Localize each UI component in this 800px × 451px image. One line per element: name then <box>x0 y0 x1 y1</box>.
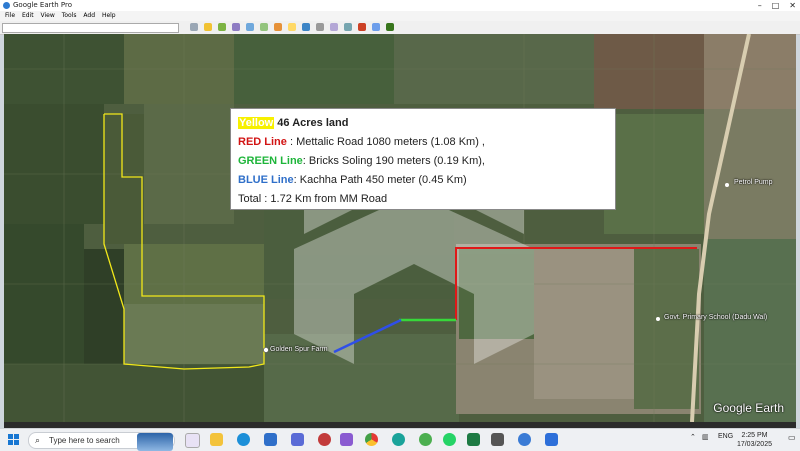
yellow-highlight: Yellow <box>238 117 275 129</box>
image-overlay-icon[interactable] <box>246 23 254 31</box>
start-button[interactable] <box>8 434 19 445</box>
edge-dev-icon[interactable] <box>392 433 405 446</box>
cortana-icon[interactable] <box>185 433 200 448</box>
info-line-blue: BLUE Line: Kachha Path 450 meter (0.45 K… <box>238 171 615 190</box>
school-label[interactable]: Govt. Primary School (Dadu Wal) <box>664 314 767 321</box>
menu-help[interactable]: Help <box>102 12 116 19</box>
menu-tools[interactable]: Tools <box>62 12 77 19</box>
earth-view-icon[interactable] <box>386 23 394 31</box>
window-titlebar: Google Earth Pro – □ ✕ <box>0 0 800 11</box>
save-image-icon[interactable] <box>358 23 366 31</box>
weather-thumbnail[interactable] <box>137 433 173 451</box>
store-icon[interactable] <box>291 433 304 446</box>
info-line-total: Total : 1.72 Km from MM Road <box>238 193 388 205</box>
golden-spur-farm-label[interactable]: Golden Spur Farm <box>270 346 328 353</box>
maximize-button[interactable]: □ <box>772 0 780 11</box>
tray-chevron-icon[interactable]: ⌃ <box>690 433 696 441</box>
google-earth-app-icon <box>3 2 10 9</box>
historical-imagery-icon[interactable] <box>274 23 282 31</box>
menu-add[interactable]: Add <box>83 12 95 19</box>
close-button[interactable]: ✕ <box>789 0 796 11</box>
hide-sidebar-icon[interactable] <box>190 23 198 31</box>
google-earth-taskbar-icon[interactable] <box>518 433 531 446</box>
menu-edit[interactable]: Edit <box>22 12 34 19</box>
photos-icon[interactable] <box>419 433 432 446</box>
land-area-text: 46 Acres land <box>274 117 349 129</box>
satellite-imagery[interactable] <box>4 34 796 422</box>
clock-date: 17/03/2025 <box>736 441 772 448</box>
planets-icon[interactable] <box>302 23 310 31</box>
edge-icon[interactable] <box>237 433 250 446</box>
info-line-green: GREEN Line: Bricks Soling 190 meters (0.… <box>238 152 615 171</box>
clock[interactable]: 2:25 PM 17/03/2025 <box>737 431 772 449</box>
red-line-label: RED Line <box>238 136 287 148</box>
chrome-icon[interactable] <box>365 433 378 446</box>
print-icon[interactable] <box>344 23 352 31</box>
blue-line-label: BLUE Line <box>238 174 294 186</box>
green-line-label: GREEN Line <box>238 155 303 167</box>
menu-file[interactable]: File <box>5 12 15 19</box>
app-icon-2[interactable] <box>491 433 504 446</box>
placemark-icon[interactable] <box>204 23 212 31</box>
app-icon[interactable] <box>340 433 353 446</box>
mail-icon[interactable] <box>264 433 277 446</box>
maps-icon[interactable] <box>372 23 380 31</box>
network-icon[interactable]: ▥ <box>702 433 709 441</box>
window-title: Google Earth Pro <box>13 1 73 9</box>
blue-line-text: : Kachha Path 450 meter (0.45 Km) <box>293 174 467 186</box>
info-box: Yellow 46 Acres land RED Line : Mettalic… <box>230 108 616 210</box>
taskbar-search-placeholder: Type here to search <box>49 436 120 445</box>
file-explorer-icon[interactable] <box>210 433 223 446</box>
green-line-text: : Bricks Soling 190 meters (0.19 Km), <box>302 155 485 167</box>
menu-bar: File Edit View Tools Add Help <box>0 11 800 21</box>
language-indicator[interactable]: ENG <box>718 433 733 440</box>
toolbar <box>0 21 800 35</box>
snipping-tool-icon[interactable] <box>545 433 558 446</box>
whatsapp-icon[interactable] <box>443 433 456 446</box>
search-icon: ⌕ <box>35 435 41 445</box>
google-earth-logo: Google Earth <box>713 401 784 415</box>
email-icon[interactable] <box>330 23 338 31</box>
taskbar-search-box[interactable]: ⌕ Type here to search <box>28 432 175 451</box>
windows-taskbar: ⌕ Type here to search ⌃ ▥ ENG 2:25 PM 17… <box>0 428 800 451</box>
polygon-icon[interactable] <box>218 23 226 31</box>
sunlight-icon[interactable] <box>288 23 296 31</box>
petrol-pump-label[interactable]: Petrol Pump <box>734 179 773 186</box>
search-input[interactable] <box>2 23 179 33</box>
excel-icon[interactable] <box>467 433 480 446</box>
window-controls: – □ ✕ <box>758 0 796 11</box>
map-view[interactable]: Petrol Pump Golden Spur Farm Govt. Prima… <box>4 34 796 422</box>
menu-view[interactable]: View <box>41 12 55 19</box>
clock-time: 2:25 PM <box>741 432 768 439</box>
red-line-text: : Mettalic Road 1080 meters (1.08 Km) , <box>286 136 485 148</box>
info-line-land: Yellow 46 Acres land <box>238 114 615 133</box>
notifications-icon[interactable]: ▭ <box>788 433 796 442</box>
minimize-button[interactable]: – <box>758 0 762 11</box>
opera-icon[interactable] <box>318 433 331 446</box>
path-icon[interactable] <box>232 23 240 31</box>
ruler-icon[interactable] <box>316 23 324 31</box>
record-tour-icon[interactable] <box>260 23 268 31</box>
info-line-red: RED Line : Mettalic Road 1080 meters (1.… <box>238 133 615 152</box>
